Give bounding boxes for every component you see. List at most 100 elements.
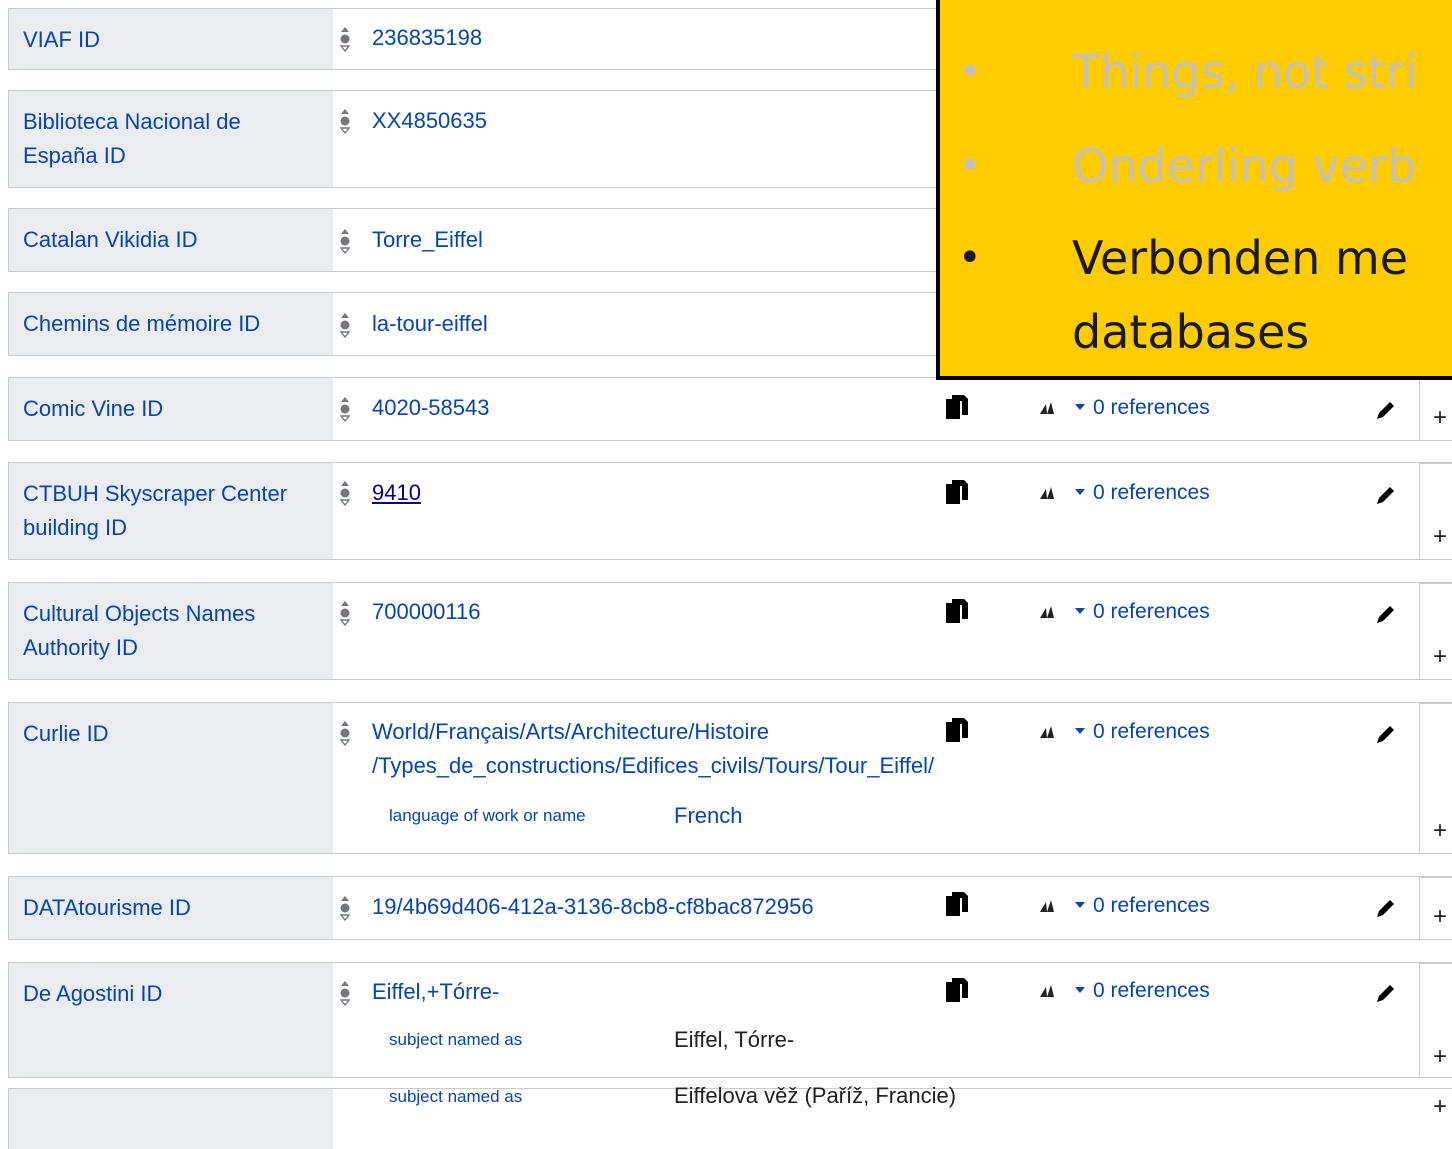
reference-icon — [1040, 606, 1054, 619]
copy-icon[interactable] — [944, 597, 970, 627]
property-link[interactable]: Curlie ID — [23, 717, 313, 751]
references-label[interactable]: 0 references — [1093, 979, 1210, 1002]
bullet-dot: • — [958, 235, 982, 281]
reference-icon — [1040, 985, 1054, 998]
pencil-icon[interactable] — [1374, 483, 1398, 507]
caret-down-icon — [1075, 986, 1085, 993]
caret-down-icon — [1075, 607, 1085, 614]
statement-de-agostini-id: De Agostini ID Eiffel,+Tórre- subject na… — [8, 962, 1452, 1078]
property-cell: De Agostini ID — [9, 963, 333, 1077]
qualifier-property[interactable]: language of work or name — [389, 804, 586, 828]
bullet-dot: • — [958, 49, 982, 95]
property-link[interactable]: Comic Vine ID — [23, 392, 313, 426]
copy-icon[interactable] — [944, 393, 970, 423]
add-reference-icon[interactable]: + — [1430, 905, 1450, 929]
references-toggle[interactable]: 0 references — [1039, 891, 1210, 921]
pencil-icon[interactable] — [1374, 602, 1398, 626]
statement-curlie-id: Curlie ID World/Français/Arts/Architectu… — [8, 702, 1452, 854]
rank-icon[interactable] — [339, 978, 351, 1008]
statement-datatourisme-id: DATAtourisme ID 19/4b69d406-412a-3136-8c… — [8, 876, 1452, 940]
property-link[interactable]: Cultural Objects Names Authority ID — [23, 597, 313, 665]
pencil-icon[interactable] — [1374, 398, 1398, 422]
bullet-text: Verbonden me — [1072, 231, 1408, 285]
references-label[interactable]: 0 references — [1093, 600, 1210, 623]
statement-ctbuh-id: CTBUH Skyscraper Center building ID 9410… — [8, 462, 1452, 560]
add-reference-icon[interactable]: + — [1430, 1095, 1450, 1119]
property-link[interactable]: DATAtourisme ID — [23, 891, 313, 925]
references-label[interactable]: 0 references — [1093, 481, 1210, 504]
statement-value[interactable]: 236835198 — [372, 21, 482, 55]
property-link[interactable]: Biblioteca Nacional de España ID — [23, 105, 313, 173]
references-toggle[interactable]: 0 references — [1039, 597, 1210, 627]
rank-icon[interactable] — [339, 226, 351, 256]
references-label[interactable]: 0 references — [1093, 894, 1210, 917]
property-cell: Biblioteca Nacional de España ID — [9, 91, 333, 187]
qualifier-property[interactable]: subject named as — [389, 1028, 522, 1052]
property-cell: Comic Vine ID — [9, 378, 333, 440]
rank-icon[interactable] — [339, 106, 351, 136]
caret-down-icon — [1075, 488, 1085, 495]
property-link[interactable]: Catalan Vikidia ID — [23, 223, 313, 257]
property-cell: Catalan Vikidia ID — [9, 209, 333, 271]
property-cell: Curlie ID — [9, 703, 333, 853]
rank-icon[interactable] — [339, 598, 351, 628]
property-cell: Chemins de mémoire ID — [9, 293, 333, 355]
statement-value[interactable]: Eiffel,+Tórre- — [372, 975, 499, 1009]
reference-icon — [1040, 900, 1054, 913]
statement-partial: subject named as Eiffelova věž (Paříž, F… — [8, 1083, 1452, 1149]
statement-cona-id: Cultural Objects Names Authority ID 7000… — [8, 582, 1452, 680]
add-reference-icon[interactable]: + — [1430, 645, 1450, 669]
statement-value[interactable]: 700000116 — [372, 595, 481, 629]
bullet-text: Things, not stri — [1072, 45, 1418, 99]
pencil-icon[interactable] — [1374, 896, 1398, 920]
statement-value[interactable]: 4020-58543 — [372, 391, 489, 425]
property-cell: CTBUH Skyscraper Center building ID — [9, 463, 333, 559]
qualifier-value: Eiffel, Tórre- — [674, 1027, 795, 1052]
statement-value[interactable]: XX4850635 — [372, 104, 487, 138]
pencil-icon[interactable] — [1374, 722, 1398, 746]
copy-icon[interactable] — [944, 478, 970, 508]
caret-down-icon — [1075, 403, 1085, 410]
references-toggle[interactable]: 0 references — [1039, 478, 1210, 508]
references-toggle[interactable]: 0 references — [1039, 717, 1210, 747]
copy-icon[interactable] — [944, 890, 970, 920]
pencil-icon[interactable] — [1374, 981, 1398, 1005]
statement-value[interactable]: Torre_Eiffel — [372, 223, 483, 257]
property-link[interactable]: De Agostini ID — [23, 977, 313, 1011]
references-label[interactable]: 0 references — [1093, 720, 1210, 743]
bullet-text: Onderling verb — [1072, 139, 1416, 193]
property-cell: VIAF ID — [9, 9, 333, 69]
statement-value-line-1[interactable]: World/Français/Arts/Architecture/Histoir… — [372, 715, 769, 749]
references-toggle[interactable]: 0 references — [1039, 976, 1210, 1006]
rank-icon[interactable] — [339, 718, 351, 748]
references-label[interactable]: 0 references — [1093, 396, 1210, 419]
property-link[interactable]: Chemins de mémoire ID — [23, 307, 313, 341]
statement-value[interactable]: 19/4b69d406-412a-3136-8cb8-cf8bac872956 — [372, 890, 814, 924]
rank-icon[interactable] — [339, 893, 351, 923]
property-cell — [9, 1089, 333, 1149]
property-link[interactable]: CTBUH Skyscraper Center building ID — [23, 477, 313, 545]
rank-icon[interactable] — [339, 394, 351, 424]
qualifier-value[interactable]: French — [674, 801, 742, 831]
statement-comic-vine-id: Comic Vine ID 4020-58543 0 references + — [8, 377, 1452, 441]
statement-value[interactable]: la-tour-eiffel — [372, 307, 488, 341]
add-reference-icon[interactable]: + — [1430, 525, 1450, 549]
rank-icon[interactable] — [339, 478, 351, 508]
reference-icon — [1040, 402, 1054, 415]
bullet-dot: • — [958, 143, 982, 189]
statement-value-line-2[interactable]: /Types_de_constructions/Edifices_civils/… — [372, 749, 934, 783]
references-toggle[interactable]: 0 references — [1039, 393, 1210, 423]
rank-icon[interactable] — [339, 310, 351, 340]
qualifier-value: Eiffelova věž (Paříž, Francie) — [674, 1083, 957, 1108]
copy-icon[interactable] — [944, 716, 970, 746]
reference-icon — [1040, 487, 1054, 500]
qualifier-property[interactable]: subject named as — [389, 1085, 522, 1109]
bullet-text: databases — [1072, 305, 1310, 359]
property-link[interactable]: VIAF ID — [23, 23, 313, 57]
copy-icon[interactable] — [944, 976, 970, 1006]
add-reference-icon[interactable]: + — [1430, 406, 1450, 430]
statement-value-link[interactable]: 9410 — [372, 476, 421, 510]
add-reference-icon[interactable]: + — [1430, 1045, 1450, 1069]
rank-icon[interactable] — [339, 24, 351, 54]
add-reference-icon[interactable]: + — [1430, 819, 1450, 843]
